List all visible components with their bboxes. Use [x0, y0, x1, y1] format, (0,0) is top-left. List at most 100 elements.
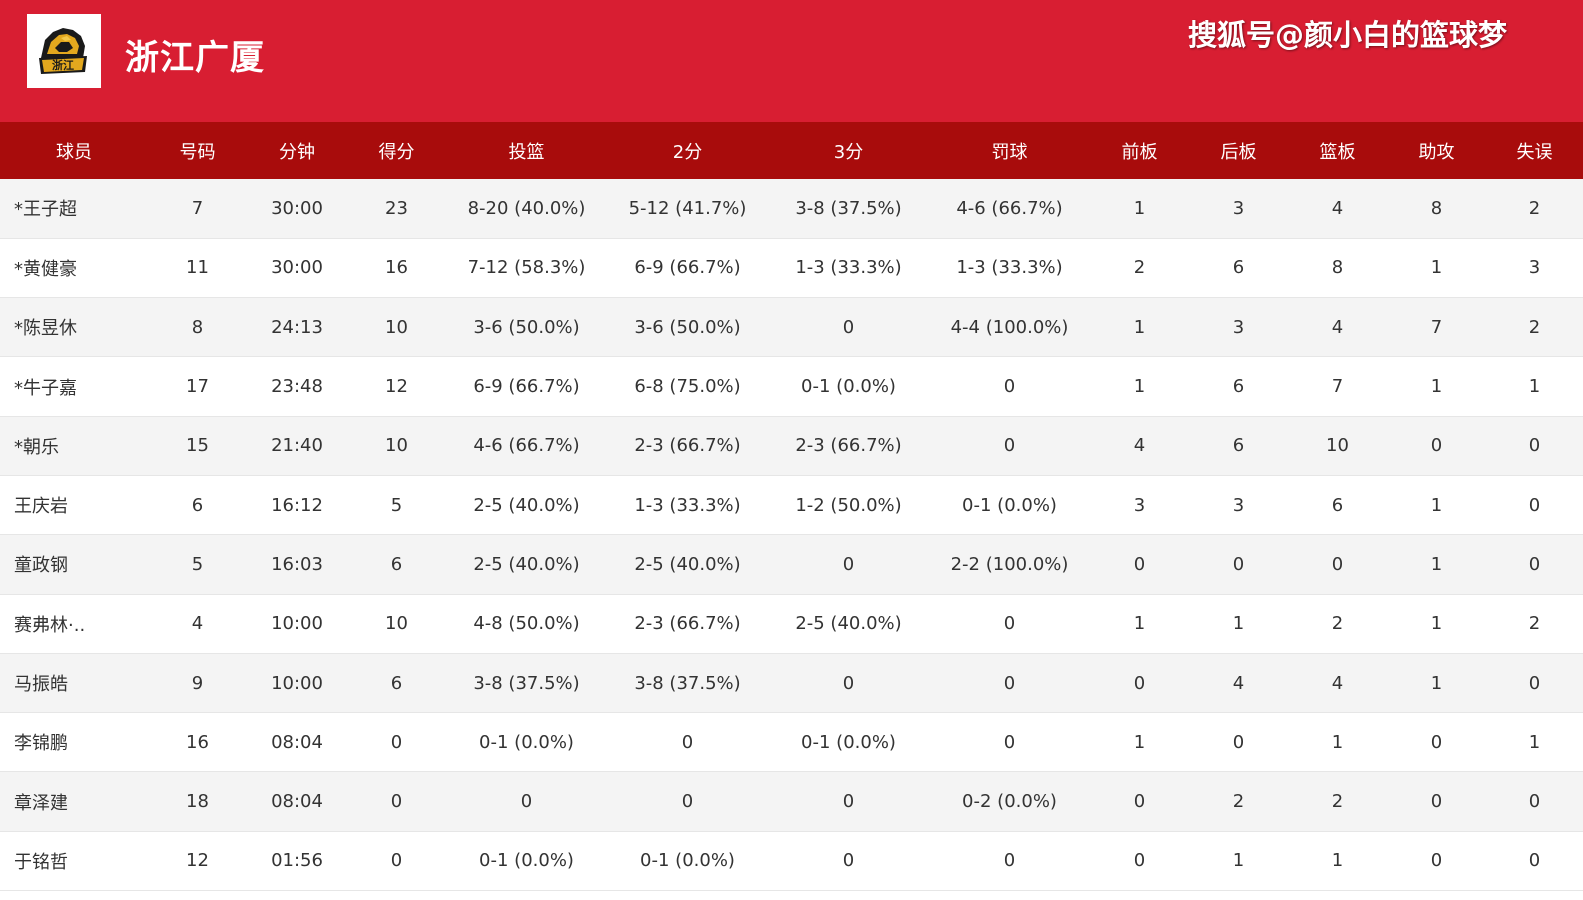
cell-field-goals: 0: [520, 791, 533, 813]
cell-jersey-number: 8: [191, 316, 204, 338]
table-header-row: 球员 号码 分钟 得分 投篮 2分 3分 罚球 前板 后板 篮板 助攻 失误: [0, 122, 1583, 179]
cell-jersey-number: 16: [186, 731, 209, 753]
cell-assists: 0: [1430, 791, 1443, 813]
cell-points: 10: [385, 316, 408, 338]
cell-points: 23: [385, 197, 408, 219]
table-row: 童政钢 5 16:03 6 2-5 (40.0%) 2-5 (40.0%) 0 2-2 (10…: [0, 534, 1583, 595]
cell-three-pointers: 0-1 (0.0%): [801, 376, 896, 398]
cell-free-throws: 4-4 (100.0%): [950, 316, 1069, 338]
cell-player-name: 章泽建: [14, 792, 68, 814]
cell-rebounds: 4: [1331, 672, 1344, 694]
column-header-rebounds: 篮板: [1319, 141, 1356, 163]
cell-rebounds: 2: [1331, 791, 1344, 813]
cell-offensive-rebounds: 1: [1133, 376, 1146, 398]
table-row: *牛子嘉 17 23:48 12 6-9 (66.7%) 6-8 (75.0%) 0-1 (…: [0, 356, 1583, 417]
cell-two-pointers: 3-8 (37.5%): [634, 672, 741, 694]
cell-three-pointers: 2-5 (40.0%): [795, 613, 902, 635]
cell-free-throws: 0: [1003, 613, 1016, 635]
cell-field-goals: 7-12 (58.3%): [467, 257, 586, 279]
cell-free-throws: 0: [1003, 376, 1016, 398]
cell-turnovers: 2: [1528, 613, 1541, 635]
cell-turnovers: 0: [1528, 435, 1541, 457]
cell-assists: 1: [1430, 494, 1443, 516]
cell-turnovers: 0: [1528, 791, 1541, 813]
cell-two-pointers: 2-3 (66.7%): [634, 613, 741, 635]
cell-assists: 0: [1430, 731, 1443, 753]
cell-two-pointers: 0: [681, 731, 694, 753]
cell-jersey-number: 5: [191, 553, 204, 575]
cell-free-throws: 0: [1003, 435, 1016, 457]
cell-defensive-rebounds: 3: [1232, 197, 1245, 219]
cell-player-name: 王庆岩: [14, 496, 68, 518]
cell-jersey-number: 4: [191, 613, 204, 635]
column-header-minutes: 分钟: [279, 141, 315, 163]
team-logo: 浙江: [27, 14, 101, 88]
cell-offensive-rebounds: 4: [1133, 435, 1146, 457]
cell-minutes: 21:40: [271, 435, 323, 457]
cell-minutes: 10:00: [271, 672, 323, 694]
cell-jersey-number: 17: [186, 376, 209, 398]
cell-field-goals: 3-8 (37.5%): [473, 672, 580, 694]
cell-points: 0: [390, 850, 403, 872]
cell-defensive-rebounds: 6: [1232, 257, 1245, 279]
cell-rebounds: 1: [1331, 731, 1344, 753]
table-row: 李锦鹏 16 08:04 0 0-1 (0.0%) 0 0-1 (0.0%) 0 1 0 1 0 1: [0, 712, 1583, 772]
cell-field-goals: 6-9 (66.7%): [473, 376, 580, 398]
cell-free-throws: 0: [1003, 672, 1016, 694]
cell-assists: 0: [1430, 850, 1443, 872]
cell-two-pointers: 2-3 (66.7%): [634, 435, 741, 457]
cell-jersey-number: 15: [186, 435, 209, 457]
cell-player-name: *朝乐: [14, 436, 59, 458]
cell-offensive-rebounds: 0: [1133, 553, 1146, 575]
cell-free-throws: 0-1 (0.0%): [962, 494, 1057, 516]
cell-rebounds: 4: [1331, 197, 1344, 219]
column-header-turnovers: 失误: [1516, 141, 1553, 163]
cell-offensive-rebounds: 0: [1133, 672, 1146, 694]
cell-jersey-number: 11: [186, 257, 209, 279]
table-row: 王庆岩 6 16:12 5 2-5 (40.0%) 1-3 (33.3%) 1-2 (50.…: [0, 475, 1583, 535]
cell-two-pointers: 0: [681, 791, 694, 813]
cell-minutes: 30:00: [271, 257, 323, 279]
cell-assists: 1: [1430, 613, 1443, 635]
cell-two-pointers: 0-1 (0.0%): [640, 850, 735, 872]
cell-three-pointers: 1-3 (33.3%): [795, 257, 902, 279]
cell-offensive-rebounds: 1: [1133, 197, 1146, 219]
cell-rebounds: 1: [1331, 850, 1344, 872]
cell-offensive-rebounds: 2: [1133, 257, 1146, 279]
cell-free-throws: 2-2 (100.0%): [950, 553, 1069, 575]
cell-assists: 8: [1430, 197, 1443, 219]
cell-jersey-number: 6: [191, 494, 204, 516]
cell-player-name: *王子超: [14, 199, 77, 221]
cell-points: 6: [390, 672, 403, 694]
cell-two-pointers: 6-9 (66.7%): [634, 257, 741, 279]
cell-minutes: 08:04: [271, 731, 323, 753]
table-row: *朝乐 15 21:40 10 4-6 (66.7%) 2-3 (66.7%) 2-3 (6…: [0, 416, 1583, 476]
cell-two-pointers: 1-3 (33.3%): [634, 494, 741, 516]
cell-field-goals: 3-6 (50.0%): [473, 316, 580, 338]
cell-defensive-rebounds: 4: [1232, 672, 1245, 694]
cell-points: 10: [385, 435, 408, 457]
cell-points: 12: [385, 376, 408, 398]
cell-defensive-rebounds: 0: [1232, 731, 1245, 753]
column-header-number: 号码: [179, 141, 216, 163]
cell-two-pointers: 5-12 (41.7%): [628, 197, 747, 219]
cell-field-goals: 4-8 (50.0%): [473, 613, 580, 635]
cell-assists: 0: [1430, 435, 1443, 457]
cell-field-goals: 4-6 (66.7%): [473, 435, 580, 457]
cell-three-pointers: 1-2 (50.0%): [795, 494, 902, 516]
cell-two-pointers: 6-8 (75.0%): [634, 376, 741, 398]
cell-field-goals: 2-5 (40.0%): [473, 494, 580, 516]
cell-points: 10: [385, 613, 408, 635]
table-row: 马振皓 9 10:00 6 3-8 (37.5%) 3-8 (37.5%) 0 0 0 4 4 1 0: [0, 653, 1583, 713]
cell-minutes: 30:00: [271, 197, 323, 219]
table-row: *黄健豪 11 30:00 16 7-12 (58.3%) 6-9 (66.7%) 1-3 …: [0, 238, 1583, 298]
cell-player-name: 李锦鹏: [14, 733, 68, 755]
cell-offensive-rebounds: 0: [1133, 850, 1146, 872]
cell-minutes: 10:00: [271, 613, 323, 635]
cell-assists: 1: [1430, 672, 1443, 694]
cell-three-pointers: 0-1 (0.0%): [801, 731, 896, 753]
column-header-offensive-rebounds: 前板: [1121, 141, 1158, 163]
cell-points: 0: [390, 731, 403, 753]
cell-offensive-rebounds: 0: [1133, 791, 1146, 813]
cell-turnovers: 0: [1528, 494, 1541, 516]
